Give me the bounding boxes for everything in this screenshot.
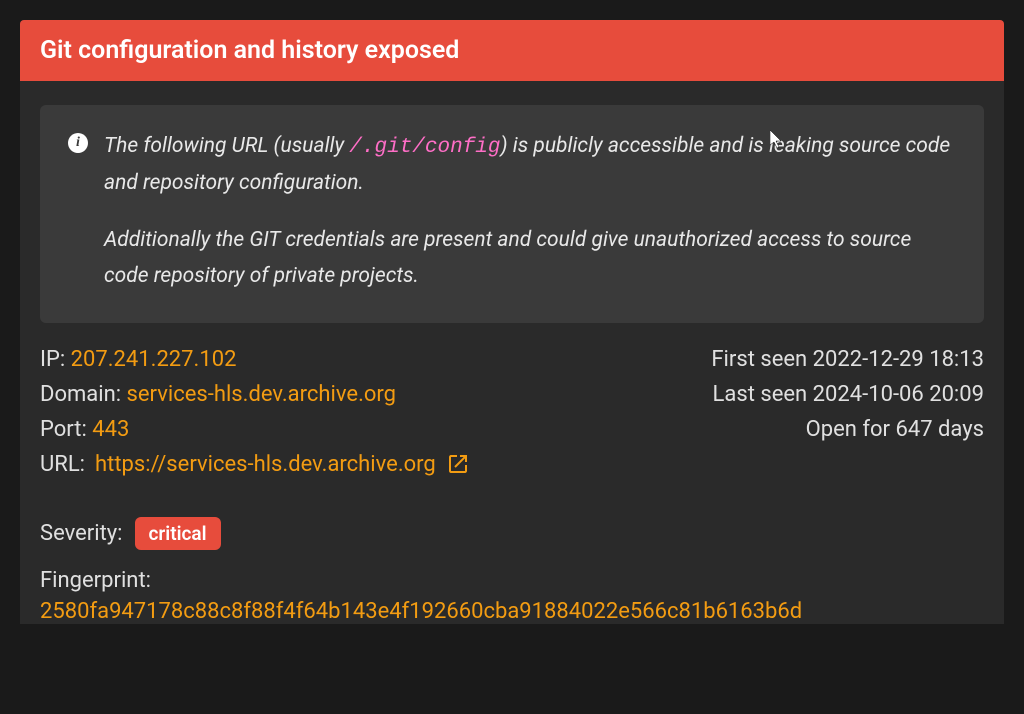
domain-value[interactable]: services-hls.dev.archive.org [127,382,397,407]
info-text-part1: The following URL (usually [104,134,349,158]
card-header: Git configuration and history exposed [20,20,1004,81]
last-seen-row: Last seen 2024-10-06 20:09 [711,382,984,407]
info-paragraph-1: The following URL (usually /.git/config)… [104,129,956,201]
fingerprint-label: Fingerprint: [40,568,984,593]
info-paragraph-2: Additionally the GIT credentials are pre… [104,223,956,294]
open-for-value: 647 days [895,417,984,442]
ip-row: IP: 207.241.227.102 [40,347,470,372]
details-right: First seen 2022-12-29 18:13 Last seen 20… [711,347,984,477]
first-seen-value: 2022-12-29 18:13 [813,347,984,372]
severity-badge: critical [135,517,221,550]
severity-row: Severity: critical [40,517,984,550]
url-label: URL: [40,452,85,477]
info-text: The following URL (usually /.git/config)… [104,129,956,295]
first-seen-label: First seen [711,347,812,372]
open-for-row: Open for 647 days [711,417,984,442]
last-seen-value: 2024-10-06 20:09 [813,382,984,407]
vulnerability-card: Git configuration and history exposed i … [20,20,1004,624]
details-row: IP: 207.241.227.102 Domain: services-hls… [40,347,984,477]
info-box: i The following URL (usually /.git/confi… [40,105,984,323]
port-row: Port: 443 [40,417,470,442]
first-seen-row: First seen 2022-12-29 18:13 [711,347,984,372]
ip-value[interactable]: 207.241.227.102 [71,347,237,372]
port-label: Port: [40,417,92,442]
domain-label: Domain: [40,382,127,407]
url-row: URL: https://services-hls.dev.archive.or… [40,452,470,477]
port-value[interactable]: 443 [92,417,129,442]
info-code-path: /.git/config [349,136,500,159]
fingerprint-value[interactable]: 2580fa947178c88c8f88f4f64b143e4f192660cb… [40,599,984,624]
external-link-icon[interactable] [446,452,470,476]
card-content: i The following URL (usually /.git/confi… [20,105,1004,624]
info-icon: i [68,133,88,153]
url-value[interactable]: https://services-hls.dev.archive.org [95,452,436,477]
fingerprint-row: Fingerprint: 2580fa947178c88c8f88f4f64b1… [40,568,984,624]
card-title: Git configuration and history exposed [40,36,459,65]
ip-label: IP: [40,347,71,372]
domain-row: Domain: services-hls.dev.archive.org [40,382,470,407]
open-for-label: Open for [806,417,896,442]
severity-label: Severity: [40,521,123,546]
details-left: IP: 207.241.227.102 Domain: services-hls… [40,347,470,477]
last-seen-label: Last seen [713,382,813,407]
